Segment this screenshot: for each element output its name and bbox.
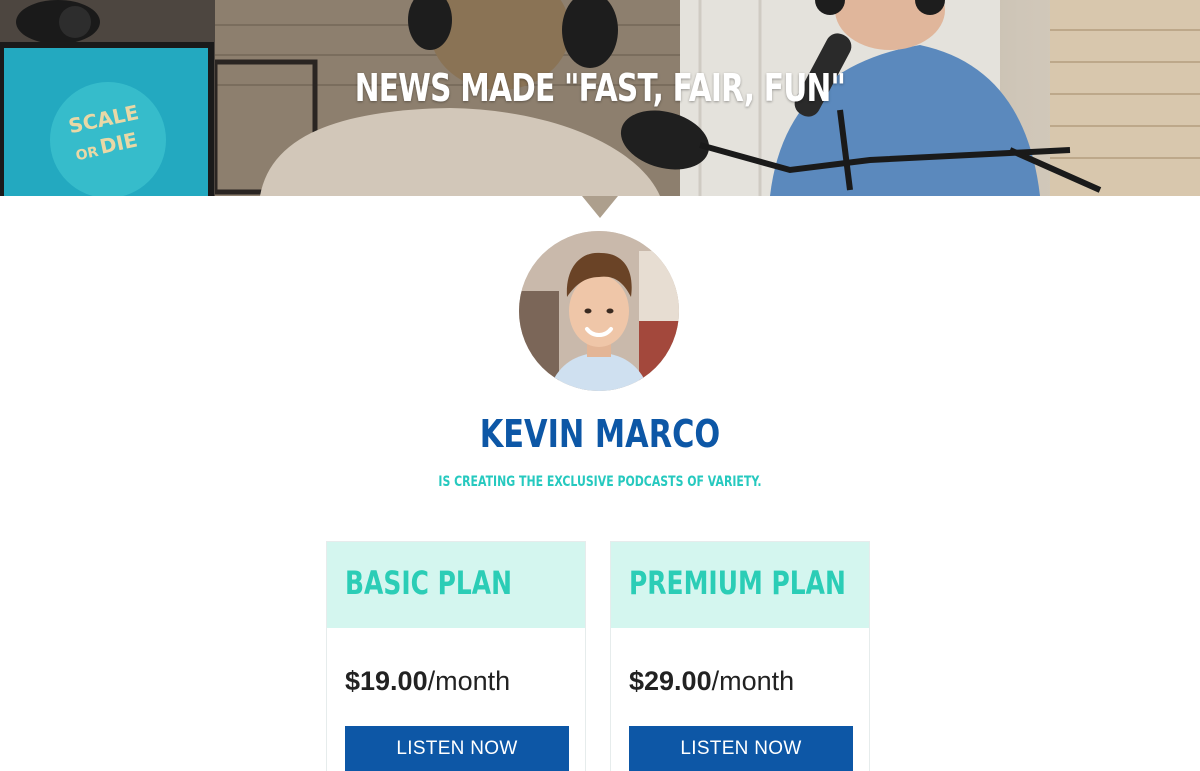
plan-header: BASIC PLAN [327,542,585,628]
listen-now-button-premium[interactable]: LISTEN NOW [629,726,853,771]
plan-card-premium: PREMIUM PLAN $29.00/month LISTEN NOW [610,541,870,771]
plan-price: $29.00/month [629,666,794,697]
plan-price-period: /month [427,666,511,696]
creator-name: KEVIN MARCO [479,412,721,456]
plan-price-amount: $29.00 [629,666,712,696]
plan-price-amount: $19.00 [345,666,428,696]
hero-title: NEWS MADE "FAST, FAIR, FUN" [354,66,846,110]
plan-name: BASIC PLAN [345,564,513,602]
creator-tagline: IS CREATING THE EXCLUSIVE PODCASTS OF VA… [438,474,762,490]
plan-card-basic: BASIC PLAN $19.00/month LISTEN NOW [326,541,586,771]
plan-name: PREMIUM PLAN [629,564,846,602]
listen-now-button-basic[interactable]: LISTEN NOW [345,726,569,771]
plan-price-period: /month [711,666,795,696]
landing-page: SCALE OR DIE NEWS MADE "FAST, FAIR, FUN" [0,0,1200,771]
creator-portrait [519,231,679,391]
plan-price: $19.00/month [345,666,510,697]
hero-banner: SCALE OR DIE NEWS MADE "FAST, FAIR, FUN" [0,0,1200,196]
plan-header: PREMIUM PLAN [611,542,869,628]
hero-pointer-notch [582,196,618,218]
creator-avatar [519,231,679,391]
